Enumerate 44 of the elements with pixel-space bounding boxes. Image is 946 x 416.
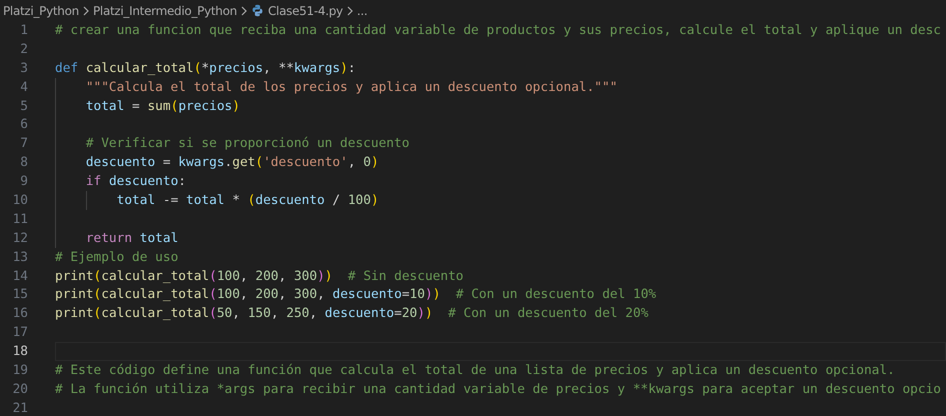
breadcrumb-item[interactable]: Clase51-4.py <box>268 4 343 18</box>
line-number: 20 <box>12 382 28 397</box>
line-number: 9 <box>19 174 28 190</box>
line-number: 21 <box>12 400 28 416</box>
breadcrumb-item[interactable]: Platzi_Intermedio_Python <box>92 4 237 18</box>
line-number: 8 <box>19 155 28 170</box>
code-line: # Este código define una función que calcula el total de una lista de precios y aplica un descuento opcional. <box>55 362 895 378</box>
line-number: 7 <box>19 136 28 152</box>
code-line: if descuento: <box>86 174 186 190</box>
line-number: 3 <box>19 60 28 76</box>
code-line: print(calcular_total(100, 200, 300)) # Sin descuento <box>55 268 464 284</box>
code-line: # Ejemplo de uso <box>55 250 178 265</box>
line-number: 11 <box>12 212 28 227</box>
line-number: 16 <box>12 306 28 322</box>
code-line: # La función utiliza *args para recibir una cantidad variable de precios y **kwargs para aceptar un descuento opcio <box>55 382 942 397</box>
code-line: def calcular_total(*precios, **kwargs): <box>55 60 356 76</box>
line-number: 18 <box>12 344 28 360</box>
line-number: 10 <box>12 192 28 208</box>
line-number: 17 <box>12 325 28 340</box>
chevron-icon <box>82 6 90 16</box>
code-line: descuento = kwargs.get('descuento', 0) <box>86 155 379 170</box>
code-line: # crear una funcion que reciba una cantidad variable de productos y sus precios, calcule el total y aplique un desc <box>55 22 942 38</box>
breadcrumb-item[interactable]: Platzi_Python <box>3 4 79 18</box>
line-number: 1 <box>19 22 28 38</box>
code-line: return total <box>86 230 178 246</box>
line-number: 4 <box>19 80 28 95</box>
breadcrumb-item[interactable]: ... <box>356 4 368 18</box>
line-number: 6 <box>19 117 28 132</box>
code-line: total = sum(precios) <box>86 98 240 114</box>
code-line: """Calcula el total de los precios y aplica un descuento opcional.""" <box>86 80 618 95</box>
chevron-icon <box>240 6 248 16</box>
code-line: print(calcular_total(50, 150, 250, descuento=20)) # Con un descuento del 20% <box>55 306 648 322</box>
python-file-icon <box>250 4 264 17</box>
line-number: 5 <box>19 98 28 114</box>
line-number: 2 <box>19 42 28 57</box>
line-number: 13 <box>12 250 28 265</box>
line-number: 15 <box>12 287 28 302</box>
code-line: # Verificar si se proporcionó un descuento <box>86 136 410 152</box>
line-number: 12 <box>12 230 28 246</box>
code-line: total -= total * (descuento / 100) <box>116 192 379 208</box>
line-number: 14 <box>12 268 28 284</box>
chevron-icon <box>346 6 354 16</box>
code-line: print(calcular_total(100, 200, 300, descuento=10)) # Con un descuento del 10% <box>55 287 656 302</box>
line-number: 19 <box>12 362 28 378</box>
